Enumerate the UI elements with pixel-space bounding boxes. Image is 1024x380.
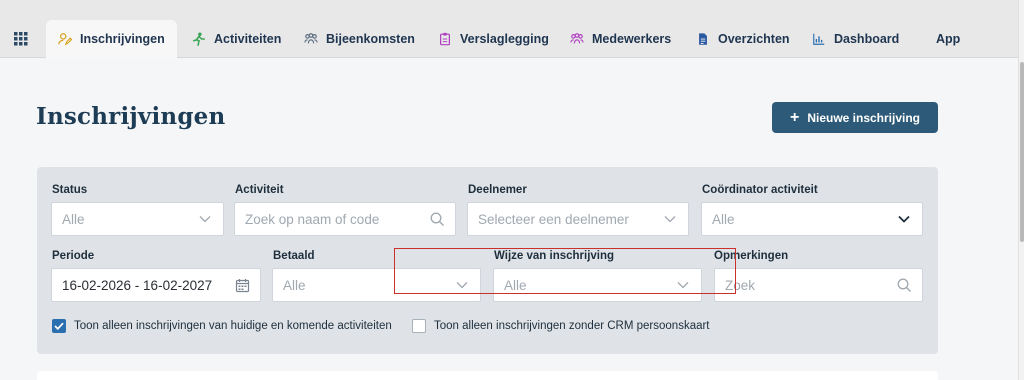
deelnemer-select[interactable]: Selecteer een deelnemer	[467, 202, 689, 236]
tab-activiteiten[interactable]: Activiteiten	[180, 20, 293, 58]
vertical-scrollbar[interactable]	[1018, 0, 1024, 380]
deelnemer-placeholder: Selecteer een deelnemer	[478, 211, 629, 227]
apps-grid-icon[interactable]	[14, 32, 28, 46]
chart-icon	[812, 32, 826, 46]
no-crm-checkbox[interactable]: Toon alleen inschrijvingen zonder CRM pe…	[412, 319, 710, 333]
tab-label: App	[936, 32, 961, 46]
search-icon	[896, 277, 912, 293]
tab-label: Verslaglegging	[460, 32, 549, 46]
activiteit-search-input[interactable]: Zoek op naam of code	[234, 202, 456, 236]
tab-label: Activiteiten	[214, 32, 282, 46]
coordinator-value: Alle	[712, 211, 735, 227]
chevron-down-icon	[662, 211, 678, 227]
clipboard-icon	[438, 32, 452, 46]
tab-inschrijvingen[interactable]: Inschrijvingen	[46, 20, 177, 58]
periode-label: Periode	[52, 250, 95, 262]
highlight-box	[394, 248, 736, 294]
document-icon	[696, 32, 710, 46]
tab-verslaglegging[interactable]: Verslaglegging	[426, 20, 561, 58]
person-running-icon	[192, 32, 206, 46]
chevron-down-icon	[197, 211, 213, 227]
tab-label: Inschrijvingen	[80, 32, 165, 46]
page-content: Inschrijvingen + Nieuwe inschrijving Sta…	[0, 58, 1018, 380]
users-icon	[304, 32, 318, 46]
betaald-label: Betaald	[273, 250, 315, 262]
new-registration-label: Nieuwe inschrijving	[807, 110, 921, 125]
opmerkingen-search-input[interactable]: Zoek	[714, 268, 923, 302]
tab-medewerkers[interactable]: Medewerkers	[558, 20, 683, 58]
tab-bijeenkomsten[interactable]: Bijeenkomsten	[292, 20, 427, 58]
tab-dashboard[interactable]: Dashboard	[800, 20, 911, 58]
plus-icon: +	[789, 108, 800, 126]
opmerkingen-placeholder: Zoek	[725, 277, 756, 293]
chevron-down-icon	[896, 211, 912, 227]
calendar-icon	[234, 277, 250, 293]
tab-overzichten[interactable]: Overzichten	[684, 20, 802, 58]
periode-date-input[interactable]: 16-02-2026 - 16-02-2027	[51, 268, 261, 302]
status-label: Status	[52, 184, 88, 196]
scrollbar-thumb[interactable]	[1020, 62, 1024, 242]
tab-label: Overzichten	[718, 32, 790, 46]
new-registration-button[interactable]: + Nieuwe inschrijving	[772, 102, 938, 133]
checkbox-checked-icon[interactable]	[52, 319, 66, 333]
status-value: Alle	[62, 211, 85, 227]
current-activities-checkbox[interactable]: Toon alleen inschrijvingen van huidige e…	[52, 319, 392, 333]
team-icon	[570, 32, 584, 46]
tab-label: Dashboard	[834, 32, 900, 46]
search-icon	[429, 211, 445, 227]
activiteit-placeholder: Zoek op naam of code	[245, 211, 380, 227]
results-card	[37, 371, 938, 380]
coordinator-select[interactable]: Alle	[701, 202, 923, 236]
checkbox-unchecked-icon[interactable]	[412, 319, 426, 333]
page-title: Inschrijvingen	[36, 103, 226, 130]
no-crm-label: Toon alleen inschrijvingen zonder CRM pe…	[434, 320, 710, 332]
top-navigation: Inschrijvingen Activiteiten Bijeenkomste…	[0, 0, 1018, 58]
deelnemer-label: Deelnemer	[468, 184, 527, 196]
user-pen-icon	[58, 32, 72, 46]
tab-label: Bijeenkomsten	[326, 32, 415, 46]
tab-label: Medewerkers	[592, 32, 672, 46]
current-activities-label: Toon alleen inschrijvingen van huidige e…	[74, 320, 392, 332]
periode-value: 16-02-2026 - 16-02-2027	[62, 277, 213, 293]
tab-app[interactable]: App	[924, 20, 972, 58]
coordinator-label: Coördinator activiteit	[702, 184, 818, 196]
activiteit-label: Activiteit	[235, 184, 284, 196]
status-select[interactable]: Alle	[51, 202, 224, 236]
